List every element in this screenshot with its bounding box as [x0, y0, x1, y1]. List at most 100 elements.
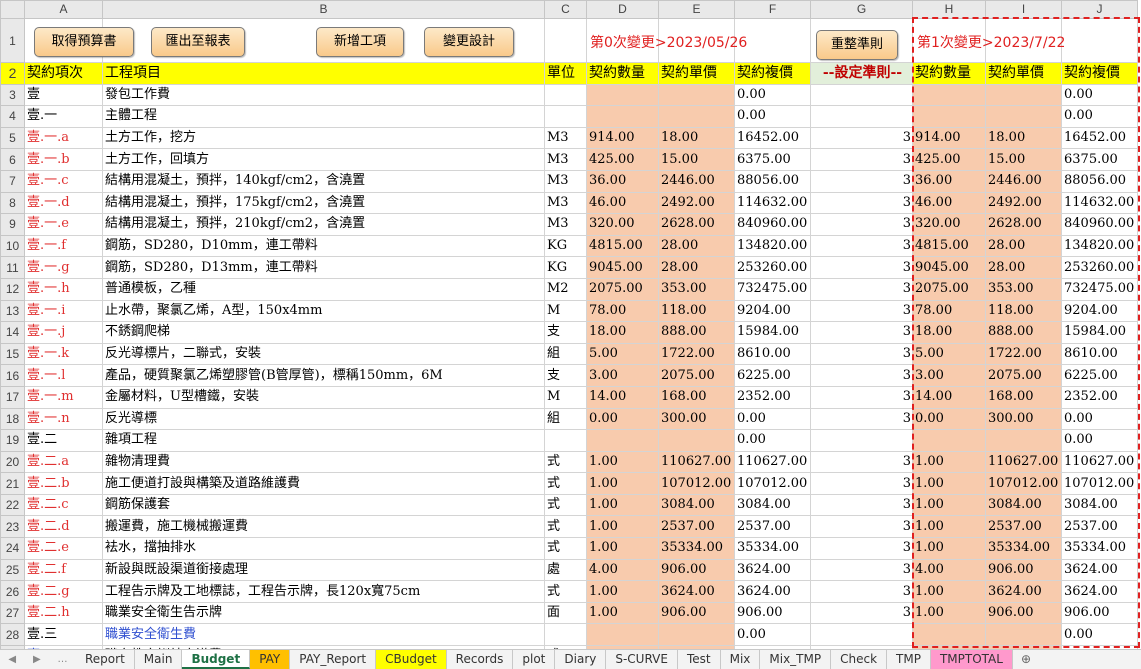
- cell[interactable]: 914.00: [912, 126, 986, 150]
- cell[interactable]: 2075.00: [586, 277, 659, 301]
- header-cell[interactable]: --設定準則--: [810, 62, 913, 85]
- cell[interactable]: 78.00: [912, 299, 986, 323]
- row-header[interactable]: 3: [0, 83, 25, 107]
- cell[interactable]: 8610.00: [1061, 342, 1138, 366]
- sheet-tab[interactable]: TMPTOTAL: [930, 650, 1013, 669]
- sheet-tab[interactable]: Report: [76, 650, 135, 669]
- cell[interactable]: 結構用混凝土，預拌，140kgf/cm2，含澆置: [102, 169, 545, 193]
- cell[interactable]: 107012.00: [985, 472, 1062, 495]
- cell[interactable]: 2537.00: [734, 515, 811, 539]
- row-header[interactable]: 13: [0, 299, 25, 323]
- sheet-tab[interactable]: Diary: [555, 650, 607, 669]
- cell[interactable]: 壹.一.e: [24, 213, 103, 236]
- column-header[interactable]: E: [658, 0, 735, 19]
- cell[interactable]: 3624.00: [1061, 558, 1138, 582]
- column-header[interactable]: C: [544, 0, 587, 19]
- row-header[interactable]: 15: [0, 342, 25, 366]
- row-header[interactable]: 1: [0, 18, 25, 63]
- cell[interactable]: 壹.一.a: [24, 126, 103, 150]
- cell[interactable]: [810, 105, 913, 128]
- row-header[interactable]: 7: [0, 169, 25, 193]
- cell[interactable]: 主體工程: [102, 105, 545, 128]
- cell[interactable]: 3: [810, 256, 913, 279]
- cell[interactable]: 906.00: [985, 601, 1062, 625]
- cell[interactable]: 支: [544, 321, 587, 344]
- cell[interactable]: [658, 429, 735, 452]
- cell[interactable]: 3624.00: [658, 580, 735, 603]
- cell[interactable]: 28.00: [658, 256, 735, 279]
- cell[interactable]: 壹.一.j: [24, 321, 103, 344]
- cell[interactable]: 0.00: [1061, 623, 1138, 647]
- row-header[interactable]: 6: [0, 148, 25, 171]
- cell[interactable]: 3: [810, 234, 913, 258]
- cell[interactable]: [912, 105, 986, 128]
- cell[interactable]: 式: [544, 450, 587, 474]
- sheet-tab[interactable]: S-CURVE: [606, 650, 678, 669]
- cell[interactable]: 2492.00: [658, 191, 735, 215]
- cell[interactable]: 2352.00: [734, 385, 811, 409]
- cell[interactable]: 鋼筋，SD280，D13mm，連工帶料: [102, 256, 545, 279]
- row-header[interactable]: 26: [0, 580, 25, 603]
- cell[interactable]: 3624.00: [734, 558, 811, 582]
- cell[interactable]: [985, 429, 1062, 452]
- cell[interactable]: 168.00: [658, 385, 735, 409]
- cell[interactable]: 鋼筋，SD280，D10mm，連工帶料: [102, 234, 545, 258]
- cell[interactable]: 1.00: [586, 601, 659, 625]
- cell[interactable]: 5.00: [586, 342, 659, 366]
- cell[interactable]: 壹.一.b: [24, 148, 103, 171]
- cell[interactable]: 3: [810, 148, 913, 171]
- cell[interactable]: 2075.00: [658, 364, 735, 387]
- tab-more-icon[interactable]: …: [58, 654, 68, 665]
- cell[interactable]: [658, 623, 735, 647]
- cell[interactable]: 0.00: [912, 407, 986, 431]
- cell[interactable]: 1.00: [912, 537, 986, 560]
- cell[interactable]: 78.00: [586, 299, 659, 323]
- header-cell[interactable]: 契約項次: [24, 62, 103, 85]
- cell[interactable]: 壹.一.l: [24, 364, 103, 387]
- cell[interactable]: 1.00: [912, 515, 986, 539]
- cell[interactable]: 353.00: [985, 277, 1062, 301]
- sheet-tab[interactable]: Mix: [721, 650, 761, 669]
- cell[interactable]: 110627.00: [658, 450, 735, 474]
- cell[interactable]: [658, 105, 735, 128]
- cell[interactable]: 1.00: [586, 450, 659, 474]
- column-header[interactable]: J: [1061, 0, 1138, 19]
- cell[interactable]: 888.00: [985, 321, 1062, 344]
- header-cell[interactable]: 契約單價: [985, 62, 1062, 85]
- row-header[interactable]: 23: [0, 515, 25, 539]
- cell[interactable]: 止水帶，聚氯乙烯，A型，150x4mm: [102, 299, 545, 323]
- cell[interactable]: [810, 83, 913, 107]
- cell[interactable]: 3: [810, 493, 913, 517]
- sheet-tab[interactable]: plot: [513, 650, 556, 669]
- cell[interactable]: 發包工作費: [102, 83, 545, 107]
- cell[interactable]: 46.00: [912, 191, 986, 215]
- row-header[interactable]: 27: [0, 601, 25, 625]
- cell[interactable]: 1.00: [912, 601, 986, 625]
- cell[interactable]: 3084.00: [734, 493, 811, 517]
- cell[interactable]: 3624.00: [1061, 580, 1138, 603]
- cell[interactable]: 3: [810, 515, 913, 539]
- cell[interactable]: 土方工作，挖方: [102, 126, 545, 150]
- cell[interactable]: 不銹鋼爬梯: [102, 321, 545, 344]
- row-header[interactable]: 4: [0, 105, 25, 128]
- cell[interactable]: 6225.00: [1061, 364, 1138, 387]
- header-cell[interactable]: 契約數量: [912, 62, 986, 85]
- cell[interactable]: 46.00: [586, 191, 659, 215]
- cell[interactable]: [810, 623, 913, 647]
- cell[interactable]: KG: [544, 234, 587, 258]
- cell[interactable]: 3: [810, 601, 913, 625]
- cell[interactable]: 6375.00: [734, 148, 811, 171]
- column-header[interactable]: B: [102, 0, 545, 19]
- sheet-tab[interactable]: Mix_TMP: [760, 650, 832, 669]
- cell[interactable]: 840960.00: [734, 213, 811, 236]
- cell[interactable]: 114632.00: [734, 191, 811, 215]
- cell[interactable]: 壹.二.c: [24, 493, 103, 517]
- cell[interactable]: 107012.00: [734, 472, 811, 495]
- cell[interactable]: 168.00: [985, 385, 1062, 409]
- row-header[interactable]: 20: [0, 450, 25, 474]
- cell[interactable]: M: [544, 299, 587, 323]
- cell[interactable]: 2628.00: [985, 213, 1062, 236]
- sheet-tab[interactable]: Main: [135, 650, 183, 669]
- cell[interactable]: 3.00: [912, 364, 986, 387]
- cell[interactable]: 28.00: [985, 234, 1062, 258]
